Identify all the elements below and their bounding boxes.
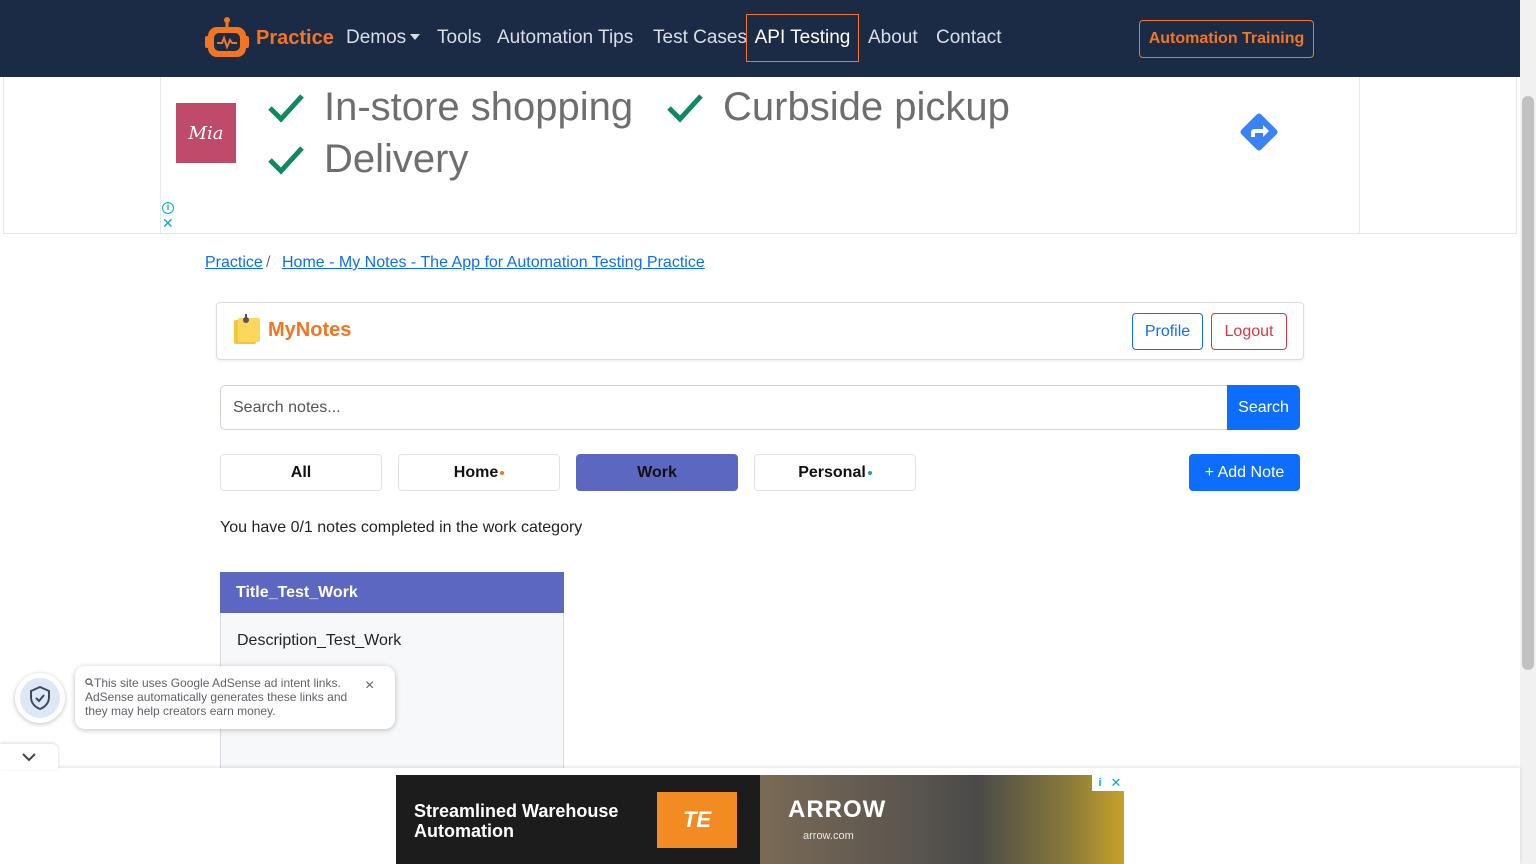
ad-close-icon[interactable]: ✕ bbox=[162, 216, 174, 230]
scrollbar-thumb[interactable] bbox=[1522, 96, 1534, 670]
automation-training-button[interactable]: Automation Training bbox=[1139, 20, 1314, 58]
notes-logo-icon bbox=[234, 314, 260, 344]
check-icon bbox=[268, 94, 304, 123]
check-icon bbox=[268, 146, 304, 175]
brand-link[interactable]: Practice bbox=[204, 16, 334, 60]
arrow-url[interactable]: arrow.com bbox=[803, 830, 854, 842]
nav-test-cases[interactable]: Test Cases bbox=[653, 26, 747, 50]
notes-progress-text: You have 0/1 notes completed in the work… bbox=[220, 519, 583, 536]
shield-icon[interactable] bbox=[20, 678, 60, 718]
tab-home-label: Home bbox=[453, 463, 499, 481]
tab-all-label: All bbox=[290, 463, 312, 481]
search-button[interactable]: Search bbox=[1227, 385, 1300, 430]
nav-automation-tips[interactable]: Automation Tips bbox=[497, 26, 633, 50]
nav-demos-label: Demos bbox=[346, 27, 407, 48]
ad-brand-logo[interactable]: Mia bbox=[176, 103, 236, 163]
breadcrumb-notes-home[interactable]: Home - My Notes - The App for Automation… bbox=[282, 254, 705, 272]
ad-info-icon[interactable]: i bbox=[162, 202, 174, 214]
nav-demos[interactable]: Demos bbox=[346, 26, 421, 50]
add-note-button[interactable]: + Add Note bbox=[1189, 454, 1300, 491]
brand-text: Practice bbox=[256, 26, 334, 49]
bottom-ad-headline[interactable]: Streamlined Warehouse Automation bbox=[414, 801, 654, 841]
ad-item-instore[interactable]: In-store shopping bbox=[324, 84, 633, 130]
profile-button[interactable]: Profile bbox=[1132, 313, 1203, 350]
arrow-logo[interactable]: ARROW bbox=[788, 796, 886, 824]
robot-logo-icon bbox=[205, 17, 249, 57]
ad-item-curbside[interactable]: Curbside pickup bbox=[723, 84, 1010, 130]
tab-home[interactable]: Home bbox=[398, 454, 560, 491]
adsense-popup-message: This site uses Google AdSense ad intent … bbox=[85, 676, 348, 718]
category-dot-icon bbox=[867, 470, 872, 475]
chevron-down-icon[interactable] bbox=[0, 744, 58, 770]
directions-arrow-icon[interactable] bbox=[1235, 108, 1283, 156]
te-logo[interactable]: TE bbox=[657, 792, 737, 848]
breadcrumb-practice[interactable]: Practice bbox=[205, 254, 263, 272]
breadcrumb-separator: / bbox=[266, 254, 271, 271]
note-title[interactable]: Title_Test_Work bbox=[220, 572, 564, 613]
nav-about[interactable]: About bbox=[868, 26, 918, 50]
ad-item-delivery[interactable]: Delivery bbox=[324, 136, 468, 182]
category-dot-icon bbox=[500, 470, 505, 475]
tab-personal[interactable]: Personal bbox=[754, 454, 916, 491]
tab-personal-label: Personal bbox=[798, 463, 866, 481]
logout-button[interactable]: Logout bbox=[1211, 313, 1287, 350]
tab-work[interactable]: Work bbox=[576, 454, 738, 491]
search-icon bbox=[85, 678, 94, 687]
tab-all[interactable]: All bbox=[220, 454, 382, 491]
search-input[interactable] bbox=[220, 385, 1228, 430]
adsense-popup-text: This site uses Google AdSense ad intent … bbox=[85, 676, 360, 718]
note-description: Description_Test_Work bbox=[237, 632, 402, 649]
tab-work-label: Work bbox=[637, 463, 677, 481]
nav-tools[interactable]: Tools bbox=[437, 26, 481, 50]
caret-down-icon bbox=[410, 34, 421, 40]
ad-info-icon[interactable]: i bbox=[1092, 775, 1108, 791]
ad-close-icon[interactable]: ✕ bbox=[1108, 775, 1124, 791]
nav-api-testing[interactable]: API Testing bbox=[746, 14, 859, 62]
popup-close-icon[interactable]: × bbox=[365, 677, 374, 695]
nav-contact[interactable]: Contact bbox=[936, 26, 1001, 50]
app-title: MyNotes bbox=[268, 319, 352, 341]
check-icon bbox=[667, 94, 703, 123]
